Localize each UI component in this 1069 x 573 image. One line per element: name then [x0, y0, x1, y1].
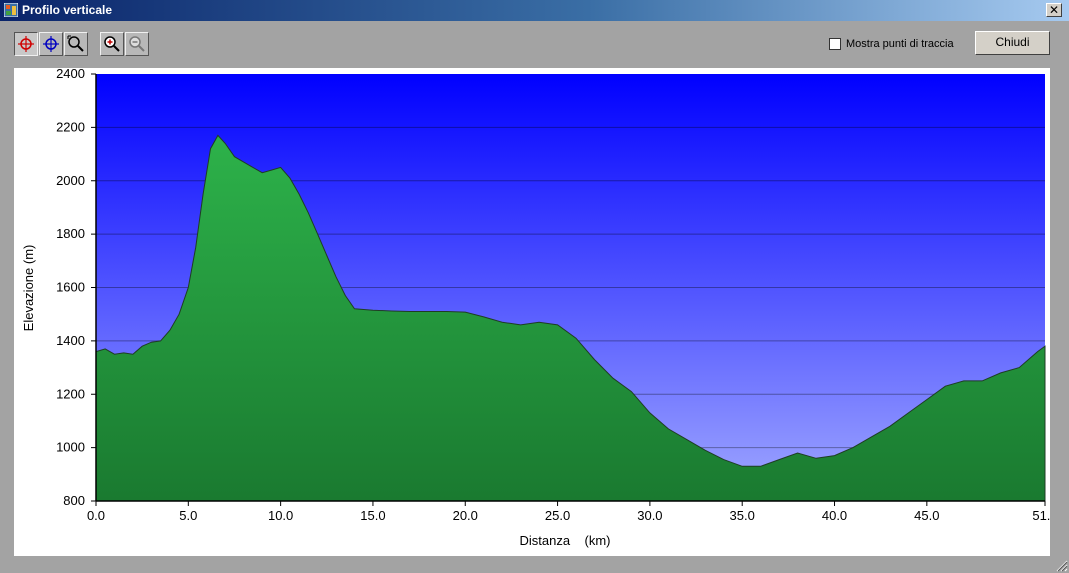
elevation-chart: 800 1000 1200 1400 1600 1800 2000 2200 2400 0.0 5.… [21, 68, 1050, 548]
x-tick-label: 5.0 [179, 508, 197, 523]
zoom-out-icon [129, 36, 145, 52]
zoom-area-tool-button[interactable] [64, 32, 88, 56]
show-track-points-checkbox[interactable] [829, 38, 841, 50]
y-tick-label: 2200 [56, 119, 85, 134]
zoom-out-button[interactable] [125, 32, 149, 56]
x-tick-label: 35.0 [730, 508, 755, 523]
x-tick-label: 0.0 [87, 508, 105, 523]
zoom-in-icon [104, 36, 120, 52]
window-title: Profilo verticale [22, 3, 113, 17]
y-axis-label: Elevazione (m) [21, 245, 36, 332]
x-tick-label: 15.0 [360, 508, 385, 523]
crosshair-blue-tool-button[interactable] [39, 32, 63, 56]
x-axis-label: Distanza (km) [519, 533, 610, 548]
y-tick-label: 1200 [56, 386, 85, 401]
elevation-chart-panel: 800 1000 1200 1400 1600 1800 2000 2200 2400 0.0 5.… [14, 68, 1050, 556]
window-close-button[interactable]: ✕ [1046, 3, 1062, 17]
resize-grip-icon[interactable] [1054, 558, 1068, 572]
profile-window: Profilo verticale ✕ Mostra punti di trac… [0, 0, 1069, 573]
chiudi-button[interactable]: Chiudi [975, 31, 1050, 55]
title-bar[interactable]: Profilo verticale ✕ [0, 0, 1069, 21]
x-tick-label: 25.0 [545, 508, 570, 523]
crosshair-blue-icon [43, 36, 59, 52]
y-tick-label: 2000 [56, 173, 85, 188]
y-tick-label: 800 [63, 493, 85, 508]
x-tick-label: 20.0 [453, 508, 478, 523]
zoom-area-icon [67, 35, 84, 52]
y-tick-label: 1800 [56, 226, 85, 241]
y-tick-label: 1400 [56, 333, 85, 348]
x-tick-label: 10.0 [268, 508, 293, 523]
x-tick-label: 45.0 [914, 508, 939, 523]
y-tick-label: 1600 [56, 280, 85, 295]
y-tick-label: 1000 [56, 440, 85, 455]
elevation-profile-icon [4, 3, 18, 17]
crosshair-red-icon [18, 36, 34, 52]
x-tick-label: 30.0 [637, 508, 662, 523]
crosshair-red-tool-button[interactable] [14, 32, 38, 56]
y-tick-label: 2400 [56, 68, 85, 81]
zoom-in-button[interactable] [100, 32, 124, 56]
show-track-points-label: Mostra punti di traccia [846, 38, 954, 50]
x-tick-label: 51.4 [1032, 508, 1050, 523]
x-tick-label: 40.0 [822, 508, 847, 523]
